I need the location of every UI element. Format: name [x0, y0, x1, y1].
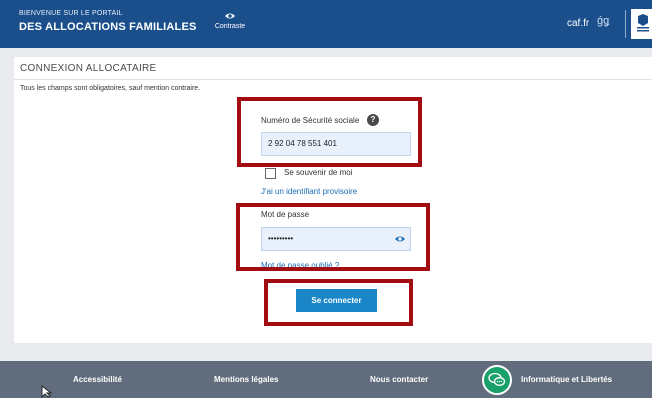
top-header: BIENVENUE SUR LE PORTAIL DES ALLOCATIONS…: [0, 0, 652, 48]
title-divider: [14, 79, 652, 80]
highlight-box-login: [264, 279, 413, 326]
temporary-id-link[interactable]: J'ai un identifiant provisoire: [261, 187, 357, 196]
header-title[interactable]: DES ALLOCATIONS FAMILIALES: [19, 21, 197, 33]
contrast-label: Contraste: [214, 23, 246, 30]
highlight-box-ssn: [237, 97, 422, 167]
footer-link-legal[interactable]: Mentions légales: [214, 375, 278, 384]
page-title: CONNEXION ALLOCATAIRE: [20, 63, 157, 74]
eye-icon: [225, 13, 235, 19]
highlight-box-password: [236, 203, 430, 271]
mobile-app-icon[interactable]: ǵǥ: [597, 15, 609, 27]
remember-me-label: Se souvenir de moi: [284, 168, 353, 177]
caf-logo[interactable]: caf.fr: [567, 18, 589, 29]
site-footer: Accessibilité Mentions légales Nous cont…: [0, 361, 652, 398]
remember-me-checkbox[interactable]: [265, 168, 276, 179]
footer-link-privacy[interactable]: Informatique et Libertés: [521, 375, 612, 384]
chat-button[interactable]: [482, 365, 512, 395]
footer-link-accessibility[interactable]: Accessibilité: [73, 375, 122, 384]
chat-bubble-icon: [488, 372, 506, 386]
required-fields-note: Tous les champs sont obligatoires, sauf …: [20, 85, 201, 92]
header-subtitle: BIENVENUE SUR LE PORTAIL: [19, 10, 123, 17]
footer-link-contact[interactable]: Nous contacter: [370, 375, 428, 384]
mouse-pointer-icon: [41, 385, 53, 398]
marianne-icon: [634, 13, 652, 33]
republique-francaise-logo[interactable]: [631, 9, 652, 39]
header-separator: [625, 10, 626, 38]
contrast-toggle[interactable]: Contraste: [200, 12, 260, 30]
